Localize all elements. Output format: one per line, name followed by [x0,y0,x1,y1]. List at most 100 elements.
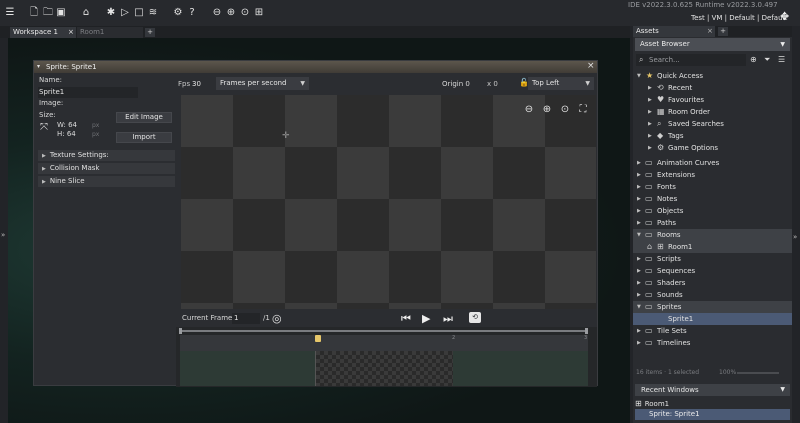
tab-workspace-1[interactable]: Workspace 1 × [10,27,76,38]
sprite-editor-titlebar[interactable]: ▾ Sprite: Sprite1 × [34,61,597,73]
chevron-right-icon: ▶ [648,109,652,115]
workspace-layout-icon[interactable]: ⊞ [254,8,264,18]
edit-image-button[interactable]: Edit Image [116,112,172,123]
frame-timeline[interactable]: 1 2 3 [176,327,597,387]
recent-window-room1[interactable]: ⊞ Room1 [635,398,669,409]
add-asset-icon[interactable]: ⊕ [750,54,757,66]
origin-x-input[interactable]: x 0 [487,80,498,88]
tree-tags[interactable]: ▶ ◆ Tags [633,130,792,142]
zoom-out-icon[interactable]: ⊖ [522,103,536,117]
save-icon[interactable]: ▣ [56,8,66,18]
tree-sounds[interactable]: ▶ ▭ Sounds [633,289,792,301]
run-icon[interactable]: ▷ [120,8,130,18]
filter-icon[interactable]: ⏷ [764,54,770,66]
tree-saved-searches[interactable]: ▶ ⌕ Saved Searches [633,118,792,130]
tab-room-1[interactable]: Room1 [77,27,143,38]
tree-timelines[interactable]: ▶ ▭ Timelines [633,337,792,349]
target-selector[interactable]: Test | VM | Default | Default [691,14,787,22]
tree-game-options[interactable]: ▶ ⚙ Game Options [633,142,792,154]
zoom-reset-icon[interactable]: ⊙ [558,103,572,117]
height-value: H: 64 [57,130,76,138]
tree-room1[interactable]: ⌂ ⊞ Room1 [633,241,792,253]
stop-icon[interactable]: □ [134,8,144,18]
left-dock-strip[interactable]: » [0,38,8,423]
collision-mask-section[interactable]: ▶ Collision Mask [38,163,175,174]
zoom-in-icon[interactable]: ⊕ [226,8,236,18]
current-frame-input[interactable]: 1 [232,313,260,324]
sprite-canvas[interactable]: ✛ ⊖ ⊕ ⊙ ⛶ [181,95,596,310]
tree-sprites[interactable]: ▼ ▭ Sprites [633,301,792,313]
zoom-in-icon[interactable]: ⊕ [540,103,554,117]
tab-label: Assets [636,27,659,35]
sprite-name-field[interactable]: Sprite1 [38,87,138,98]
timeline-scrubber[interactable] [180,330,588,332]
tree-shaders[interactable]: ▶ ▭ Shaders [633,277,792,289]
recent-windows-header[interactable]: Recent Windows ▼ [635,384,790,396]
timeline-ruler[interactable]: 1 2 3 [180,335,588,351]
asset-search-input[interactable]: Search... [636,54,746,66]
list-options-icon[interactable]: ☰ [778,54,785,66]
fps-label: Fps [178,80,191,88]
debug-icon[interactable]: ✱ [106,8,116,18]
scrub-end-handle[interactable] [585,328,588,334]
open-folder-icon[interactable]: 🗀 [43,8,53,18]
fullscreen-icon[interactable]: ⛶ [576,103,590,117]
tree-sprite1[interactable]: Sprite1 [633,313,792,325]
skip-to-end-icon[interactable]: ⏭ [443,312,453,326]
recent-window-sprite1[interactable]: Sprite: Sprite1 [635,409,790,420]
play-icon[interactable]: ▶ [422,312,430,325]
tab-close-icon[interactable]: × [707,26,713,37]
tree-fonts[interactable]: ▶ ▭ Fonts [633,181,792,193]
tree-animation-curves[interactable]: ▶ ▭ Animation Curves [633,157,792,169]
expand-right-icon[interactable]: » [793,233,797,241]
import-button[interactable]: Import [116,132,172,143]
frame-thumbnail[interactable] [315,351,453,386]
origin-crosshair-icon[interactable]: ✛ [282,131,290,141]
playhead-marker[interactable] [315,335,321,342]
clean-icon[interactable]: ⌂ [81,8,91,18]
fps-mode-dropdown[interactable]: Frames per second ▼ [216,77,309,90]
zoom-slider[interactable] [737,372,779,374]
help-icon[interactable]: ? [187,8,197,18]
zoom-reset-icon[interactable]: ⊙ [240,8,250,18]
texture-settings-section[interactable]: ▶ Texture Settings: [38,150,175,161]
origin-y-input[interactable]: Origin 0 [442,80,470,88]
tree-rooms[interactable]: ▼ ▭ Rooms [633,229,792,241]
ruler-tick-label: 2 [452,335,456,341]
loop-icon[interactable]: ⟲ [469,312,481,323]
zoom-out-icon[interactable]: ⊖ [212,8,222,18]
tree-room-order[interactable]: ▶ ▦ Room Order [633,106,792,118]
fps-input[interactable]: 30 [192,80,201,88]
tree-notes[interactable]: ▶ ▭ Notes [633,193,792,205]
tree-paths[interactable]: ▶ ▭ Paths [633,217,792,229]
tree-extensions[interactable]: ▶ ▭ Extensions [633,169,792,181]
asset-browser-dropdown[interactable]: Asset Browser ▼ [635,38,790,51]
origin-preset-dropdown[interactable]: Top Left ▼ [528,77,594,90]
onion-skin-icon[interactable]: ◎ [272,312,282,325]
skip-to-start-icon[interactable]: ⏮ [401,312,411,326]
tree-favourites[interactable]: ▶ ♥ Favourites [633,94,792,106]
collapse-chevron-icon[interactable]: ▾ [37,63,40,70]
new-file-icon[interactable]: 🗋 [29,8,39,18]
tree-quick-access[interactable]: ▼ ★ Quick Access [633,70,792,82]
tree-objects[interactable]: ▶ ▭ Objects [633,205,792,217]
tree-recent[interactable]: ▶ ⟲ Recent [633,82,792,94]
target-icon[interactable]: ≋ [148,8,158,18]
resize-icon[interactable]: ⤧ [40,122,48,133]
right-dock-strip[interactable]: » [792,26,800,423]
zoom-level: 100% [719,369,737,376]
hamburger-menu-icon[interactable]: ☰ [5,8,15,18]
new-workspace-button[interactable]: + [145,28,155,37]
tree-tile-sets[interactable]: ▶ ▭ Tile Sets [633,325,792,337]
tree-scripts[interactable]: ▶ ▭ Scripts [633,253,792,265]
expand-left-icon[interactable]: » [1,231,5,239]
nine-slice-section[interactable]: ▶ Nine Slice [38,176,175,187]
new-panel-button[interactable]: + [718,27,728,36]
close-icon[interactable]: × [587,61,595,71]
preferences-gear-icon[interactable]: ⚙ [173,8,183,18]
tree-sequences[interactable]: ▶ ▭ Sequences [633,265,792,277]
tab-close-icon[interactable]: × [68,27,74,38]
tab-assets[interactable]: Assets × [633,26,715,37]
scrub-start-handle[interactable] [179,328,182,334]
target-device-icon[interactable]: ✥ [780,11,792,23]
